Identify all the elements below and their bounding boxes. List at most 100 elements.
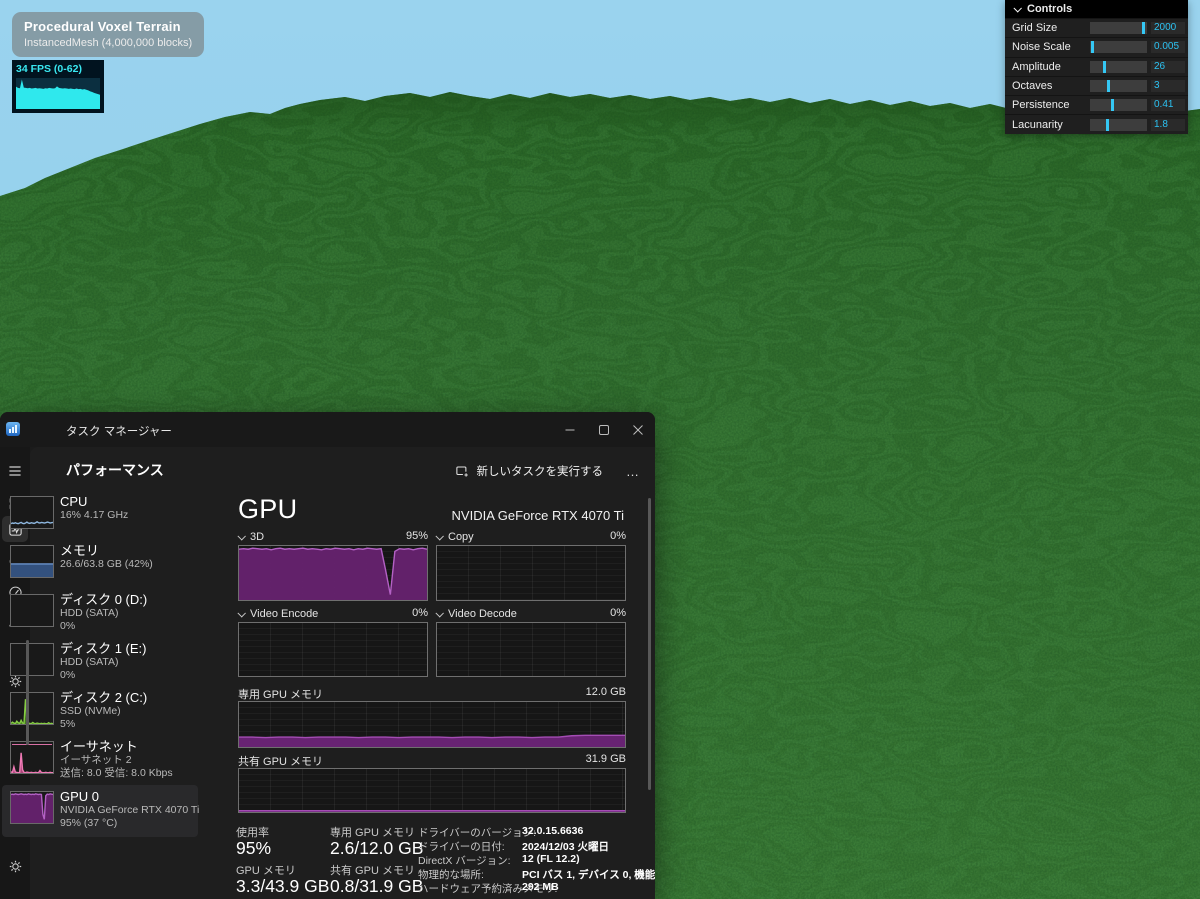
slider-thumb[interactable] xyxy=(1091,41,1094,53)
detail-value-hw-reserved-memory: 292 MB xyxy=(522,881,559,893)
dedicated-memory-label: 専用 GPU メモリ xyxy=(238,686,323,702)
sidebar-item-sub: 5% xyxy=(60,718,196,731)
detail-label-driver-date: ドライバーの日付: xyxy=(418,839,505,854)
titlebar[interactable]: タスク マネージャー xyxy=(0,412,655,447)
detail-label-physical-location: 物理的な場所: xyxy=(418,867,484,882)
sidebar-item-sub: 0% xyxy=(60,669,196,682)
sidebar-item-sub: HDD (SATA) xyxy=(60,607,196,620)
slider-thumb[interactable] xyxy=(1107,80,1110,92)
run-new-task-label: 新しいタスクを実行する xyxy=(477,463,604,479)
sidebar-item-disk2[interactable]: ディスク 2 (C:) SSD (NVMe) 5% xyxy=(2,689,198,737)
sidebar-item-name: GPU 0 xyxy=(60,789,196,804)
chart-label: Copy xyxy=(448,531,474,543)
more-options-button[interactable]: … xyxy=(619,457,647,485)
control-row-persistence: Persistence 0.41 xyxy=(1005,95,1188,114)
detail-label-directx-version: DirectX バージョン: xyxy=(418,853,511,868)
chevron-down-icon xyxy=(435,532,443,540)
gpu-copy-chart xyxy=(436,545,626,601)
sidebar-item-cpu[interactable]: CPU 16% 4.17 GHz xyxy=(2,493,198,541)
controls-panel-title: Controls xyxy=(1027,3,1072,15)
control-label: Amplitude xyxy=(1005,61,1090,73)
amplitude-value[interactable]: 26 xyxy=(1151,61,1185,73)
noise-scale-slider[interactable] xyxy=(1090,41,1147,53)
control-row-grid-size: Grid Size 2000 xyxy=(1005,18,1188,37)
chart-value-video-encode: 0% xyxy=(338,607,428,621)
sidebar-item-sub: 95% (37 °C) xyxy=(60,817,196,830)
grid-size-slider[interactable] xyxy=(1090,22,1147,34)
maximize-button[interactable] xyxy=(587,415,621,444)
close-icon xyxy=(633,425,643,435)
control-row-octaves: Octaves 3 xyxy=(1005,76,1188,95)
scene-title: Procedural Voxel Terrain xyxy=(24,19,192,34)
disk0-mini-chart xyxy=(10,594,54,627)
sidebar-item-disk0[interactable]: ディスク 0 (D:) HDD (SATA) 0% xyxy=(2,591,198,639)
grid-size-value[interactable]: 2000 xyxy=(1151,22,1185,34)
sidebar-item-name: ディスク 1 (E:) xyxy=(60,641,196,656)
gpu-video-decode-chart xyxy=(436,622,626,677)
close-button[interactable] xyxy=(621,415,655,444)
chart-header-video-decode[interactable]: Video Decode xyxy=(436,607,517,621)
detail-value-driver-date: 2024/12/03 火曜日 xyxy=(522,839,609,854)
main-scrollbar[interactable] xyxy=(648,498,651,790)
persistence-value[interactable]: 0.41 xyxy=(1151,99,1185,111)
menu-button[interactable] xyxy=(2,458,28,484)
sidebar-item-ethernet[interactable]: イーサネット イーサネット 2 送信: 8.0 受信: 8.0 Kbps xyxy=(2,738,198,786)
run-new-task-button[interactable]: 新しいタスクを実行する xyxy=(445,457,614,485)
ellipsis-icon: … xyxy=(626,464,640,479)
fps-stats-panel[interactable]: 34 FPS (0-62) xyxy=(12,60,104,113)
slider-thumb[interactable] xyxy=(1103,61,1106,73)
chevron-down-icon xyxy=(435,609,443,617)
sidebar-item-memory[interactable]: メモリ 26.6/63.8 GB (42%) xyxy=(2,542,198,590)
gpu-video-encode-chart xyxy=(238,622,428,677)
gpu-page-title: GPU xyxy=(238,494,297,525)
dedicated-memory-max: 12.0 GB xyxy=(486,686,626,698)
octaves-value[interactable]: 3 xyxy=(1151,80,1185,92)
chart-header-3d[interactable]: 3D xyxy=(238,530,264,544)
noise-scale-value[interactable]: 0.005 xyxy=(1151,41,1185,53)
detail-value-physical-location: PCI バス 1, デバイス 0, 機能 0 xyxy=(522,867,655,882)
hamburger-icon xyxy=(7,463,23,479)
sidebar-item-sub: 16% 4.17 GHz xyxy=(60,509,196,522)
control-label: Octaves xyxy=(1005,80,1090,92)
ethernet-scale-line xyxy=(12,744,52,745)
sidebar-item-name: イーサネット xyxy=(60,739,196,754)
controls-panel-header[interactable]: Controls xyxy=(1005,0,1188,18)
sidebar-item-sub: HDD (SATA) xyxy=(60,656,196,669)
chart-header-video-encode[interactable]: Video Encode xyxy=(238,607,318,621)
settings-button[interactable] xyxy=(2,853,28,879)
chart-header-copy[interactable]: Copy xyxy=(436,530,474,544)
stat-value-utilization: 95% xyxy=(236,838,271,859)
amplitude-slider[interactable] xyxy=(1090,61,1147,73)
minimize-button[interactable] xyxy=(553,415,587,444)
fps-readout: 34 FPS (0-62) xyxy=(12,60,104,75)
sidebar-scrollbar[interactable] xyxy=(26,640,29,745)
sidebar-item-sub: 0% xyxy=(60,620,196,633)
detail-value-driver-version: 32.0.15.6636 xyxy=(522,825,583,837)
stat-value-dedicated-memory: 2.6/12.0 GB xyxy=(330,838,423,859)
slider-thumb[interactable] xyxy=(1142,22,1145,34)
lacunarity-slider[interactable] xyxy=(1090,119,1147,131)
maximize-icon xyxy=(599,425,609,435)
sidebar-item-name: メモリ xyxy=(60,543,196,558)
stat-value-gpu-memory: 3.3/43.9 GB xyxy=(236,876,329,897)
task-manager-app-icon xyxy=(6,422,20,436)
slider-thumb[interactable] xyxy=(1111,99,1114,111)
gpu-3d-chart xyxy=(238,545,428,601)
persistence-slider[interactable] xyxy=(1090,99,1147,111)
octaves-slider[interactable] xyxy=(1090,80,1147,92)
scene-subtitle: InstancedMesh (4,000,000 blocks) xyxy=(24,37,192,49)
slider-thumb[interactable] xyxy=(1106,119,1109,131)
lacunarity-value[interactable]: 1.8 xyxy=(1151,119,1185,131)
ethernet-mini-chart xyxy=(10,741,54,774)
control-row-lacunarity: Lacunarity 1.8 xyxy=(1005,114,1188,133)
sidebar-item-gpu0[interactable]: GPU 0 NVIDIA GeForce RTX 4070 Ti 95% (37… xyxy=(2,785,198,837)
window-title: タスク マネージャー xyxy=(66,423,172,439)
shared-memory-chart xyxy=(238,768,626,813)
page-title: パフォーマンス xyxy=(66,460,164,480)
disk1-mini-chart xyxy=(10,643,54,676)
detail-label-driver-version: ドライバーのバージョン: xyxy=(418,825,536,840)
sidebar-item-disk1[interactable]: ディスク 1 (E:) HDD (SATA) 0% xyxy=(2,640,198,688)
sidebar-item-sub: SSD (NVMe) xyxy=(60,705,196,718)
chevron-down-icon xyxy=(237,609,245,617)
chevron-down-icon xyxy=(1013,4,1021,12)
